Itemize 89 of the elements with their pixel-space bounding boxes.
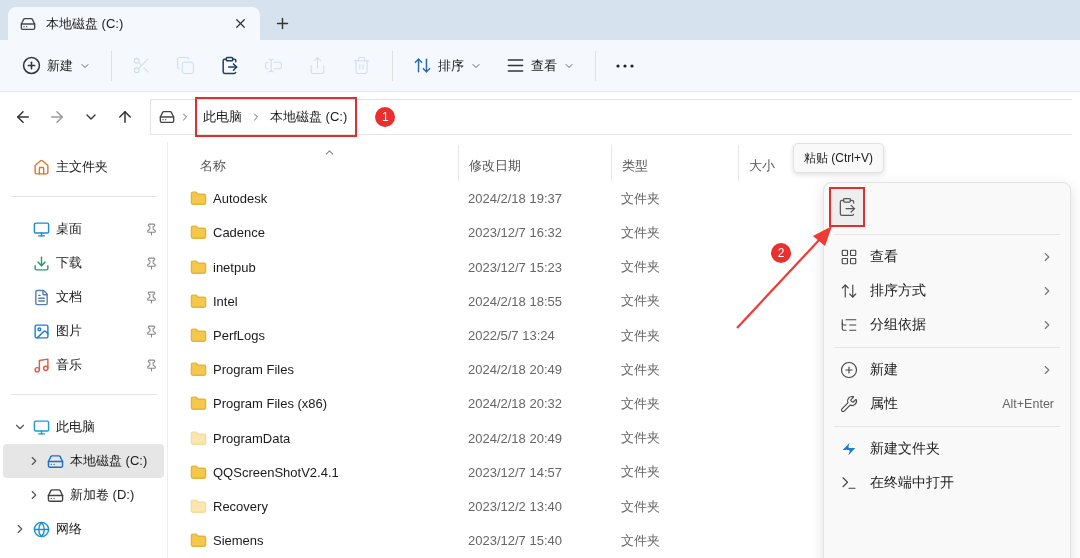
table-cell-text: 2024/2/18 20:49 [467,430,563,446]
file-name[interactable]: ProgramData [190,429,458,447]
sidebar-item[interactable]: 主文件夹 [3,150,164,184]
menu-item[interactable]: 查看 [828,240,1066,274]
sidebar-item[interactable]: 新加卷 (D:) [3,478,164,512]
sidebar-item[interactable]: 文档 [3,280,164,314]
drive-icon [47,486,64,504]
table-cell-text: 文件夹 [620,395,661,413]
download-icon [33,254,50,272]
breadcrumb[interactable]: 本地磁盘 (C:) [270,108,348,126]
sidebar-item[interactable]: 本地磁盘 (C:) [3,444,164,478]
back-icon [14,108,32,126]
terminal-icon [840,474,858,492]
menu-item[interactable]: 分组依据 [828,308,1066,342]
table-cell-text: 文件夹 [620,531,661,550]
close-icon[interactable] [233,16,248,31]
file-name[interactable]: Autodesk [190,190,458,208]
file-name[interactable]: Siemens [190,532,458,550]
table-cell-text: 文件夹 [620,189,661,208]
table-cell-text: 文件夹 [620,463,661,482]
table-cell-text: 2023/12/7 16:32 [467,225,563,241]
table-cell-text: 文件夹 [620,292,661,311]
document-icon [33,288,50,306]
sidebar-item[interactable]: 下载 [3,246,164,280]
column-header[interactable]: 修改日期 [458,145,611,182]
table-cell-text: 文件夹 [620,429,661,448]
drive-icon [159,109,175,125]
step-badge: 2 [771,243,791,263]
sidebar-item[interactable]: 此电脑 [3,410,164,444]
column-header[interactable]: 名称 [190,145,458,182]
table-cell-text: 文件夹 [620,223,661,242]
file-name[interactable]: Program Files [190,361,458,379]
home-icon [33,158,50,176]
tooltip: 粘贴 (Ctrl+V) [793,143,884,173]
pin-icon[interactable] [145,358,158,372]
paste-icon [837,197,857,217]
file-name[interactable]: inetpub [190,258,458,276]
table-cell-text: 2024/2/18 20:49 [467,362,563,378]
computer-icon [33,418,50,436]
address-field[interactable]: 此电脑 本地磁盘 (C:) 1 [150,99,1072,135]
menu-item[interactable]: 在终端中打开 [828,466,1066,500]
drive-icon [20,15,36,32]
pin-icon[interactable] [145,290,158,304]
menu-item[interactable]: 排序方式 [828,274,1066,308]
pin-icon[interactable] [145,256,158,270]
forward-icon [48,108,66,126]
sort-icon [840,282,858,300]
sidebar-item[interactable]: 图片 [3,314,164,348]
file-name[interactable]: QQScreenShotV2.4.1 [190,463,458,481]
file-name[interactable]: Recovery [190,498,458,516]
breadcrumb[interactable]: 此电脑 [203,108,242,126]
table-cell-text: 文件夹 [620,497,661,516]
table-cell-text: 2023/12/7 15:40 [467,533,563,549]
desktop-icon [33,220,50,238]
new-icon [840,361,858,379]
table-cell-text: 2024/2/18 20:32 [467,396,563,412]
step-badge: 1 [375,107,396,127]
sidebar-item[interactable]: 音乐 [3,348,164,382]
table-cell-text: 2022/5/7 13:24 [467,328,556,343]
pin-icon[interactable] [145,324,158,338]
sidebar-item[interactable]: 网络 [3,512,164,546]
picture-icon [33,322,50,340]
network-icon [33,520,50,538]
drive-icon [47,452,64,470]
file-name[interactable]: PerfLogs [190,327,458,344]
menu-item[interactable]: 新建 [828,353,1066,387]
column-header[interactable]: 类型 [611,145,738,182]
pin-icon[interactable] [145,222,158,236]
file-name[interactable]: Intel [190,292,458,310]
grid-icon [840,248,858,266]
menu-item[interactable]: 属性 Alt+Enter [828,387,1066,421]
table-cell-text: 2024/2/18 19:37 [467,191,563,207]
table-cell-text: 文件夹 [620,326,661,345]
music-icon [33,356,50,374]
table-cell-text: 2023/12/7 14:57 [467,464,563,480]
table-cell-text: 2023/12/2 13:40 [467,499,563,515]
bolt-icon [840,440,858,458]
wrench-icon [840,395,858,413]
file-name[interactable]: Program Files (x86) [190,395,458,413]
list-icon [840,316,858,334]
table-cell-text: 文件夹 [620,360,661,379]
paste-button[interactable] [829,187,865,227]
table-cell-text: 2023/12/7 15:23 [467,259,563,275]
window-tab[interactable]: 本地磁盘 (C:) [8,7,260,40]
menu-item[interactable]: 新建文件夹 [828,432,1066,466]
table-cell-text: 2024/2/18 18:55 [467,293,563,309]
table-cell-text: 文件夹 [620,258,661,277]
sidebar-item[interactable]: 桌面 [3,212,164,246]
file-name[interactable]: Cadence [190,224,458,242]
